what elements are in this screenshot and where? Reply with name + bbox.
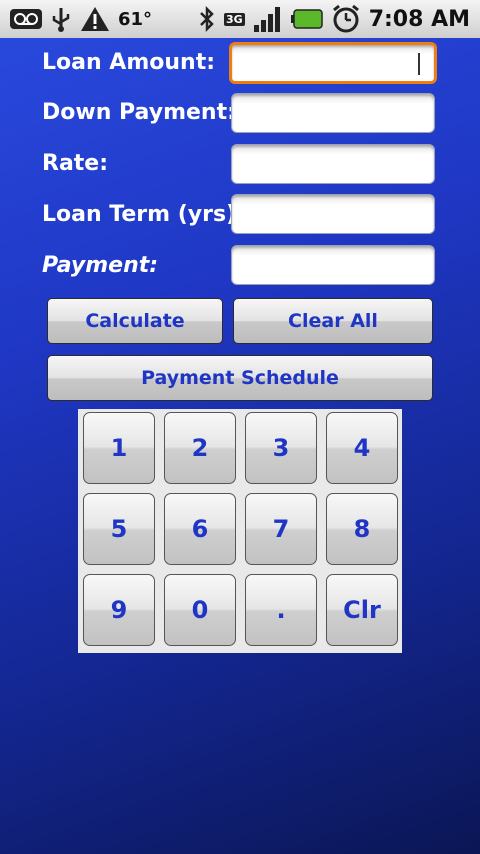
loan-amount-row: Loan Amount: [0, 42, 480, 86]
3g-icon: 3G [224, 12, 245, 26]
key-4[interactable]: 4 [326, 412, 398, 484]
key-decimal[interactable]: . [245, 574, 317, 646]
loan-term-label: Loan Term (yrs): [42, 202, 245, 227]
rate-row: Rate: [0, 143, 480, 187]
loan-term-input[interactable] [231, 194, 435, 234]
rate-label: Rate: [42, 151, 109, 176]
payment-schedule-button[interactable]: Payment Schedule [47, 355, 433, 401]
battery-icon [290, 9, 323, 29]
warning-icon [80, 6, 110, 32]
key-clear[interactable]: Clr [326, 574, 398, 646]
alarm-icon [331, 4, 361, 34]
signal-icon [253, 5, 283, 33]
rate-input[interactable] [231, 144, 435, 184]
clock: 7:08 AM [368, 6, 470, 32]
key-5[interactable]: 5 [83, 493, 155, 565]
key-2[interactable]: 2 [164, 412, 236, 484]
voicemail-icon [10, 7, 42, 31]
payment-output[interactable] [231, 245, 435, 285]
down-payment-row: Down Payment: [0, 92, 480, 136]
key-0[interactable]: 0 [164, 574, 236, 646]
payment-row: Payment: [0, 245, 480, 289]
loan-amount-label: Loan Amount: [42, 50, 216, 75]
down-payment-input[interactable] [231, 93, 435, 133]
usb-icon [50, 6, 72, 32]
bluetooth-icon [198, 5, 216, 33]
numeric-keypad: 1 2 3 4 5 6 7 8 9 0 . Clr [78, 409, 402, 653]
payment-label: Payment: [42, 253, 159, 278]
clear-all-button[interactable]: Clear All [233, 298, 433, 344]
down-payment-label: Down Payment: [42, 100, 236, 125]
key-1[interactable]: 1 [83, 412, 155, 484]
loan-amount-input[interactable] [229, 42, 437, 84]
loan-term-row: Loan Term (yrs): [0, 194, 480, 238]
key-3[interactable]: 3 [245, 412, 317, 484]
key-6[interactable]: 6 [164, 493, 236, 565]
status-bar: 61° 3G 7:08 AM [0, 0, 480, 38]
text-caret [418, 53, 420, 75]
key-9[interactable]: 9 [83, 574, 155, 646]
key-7[interactable]: 7 [245, 493, 317, 565]
key-8[interactable]: 8 [326, 493, 398, 565]
calculate-button[interactable]: Calculate [47, 298, 223, 344]
temperature: 61° [118, 8, 153, 30]
